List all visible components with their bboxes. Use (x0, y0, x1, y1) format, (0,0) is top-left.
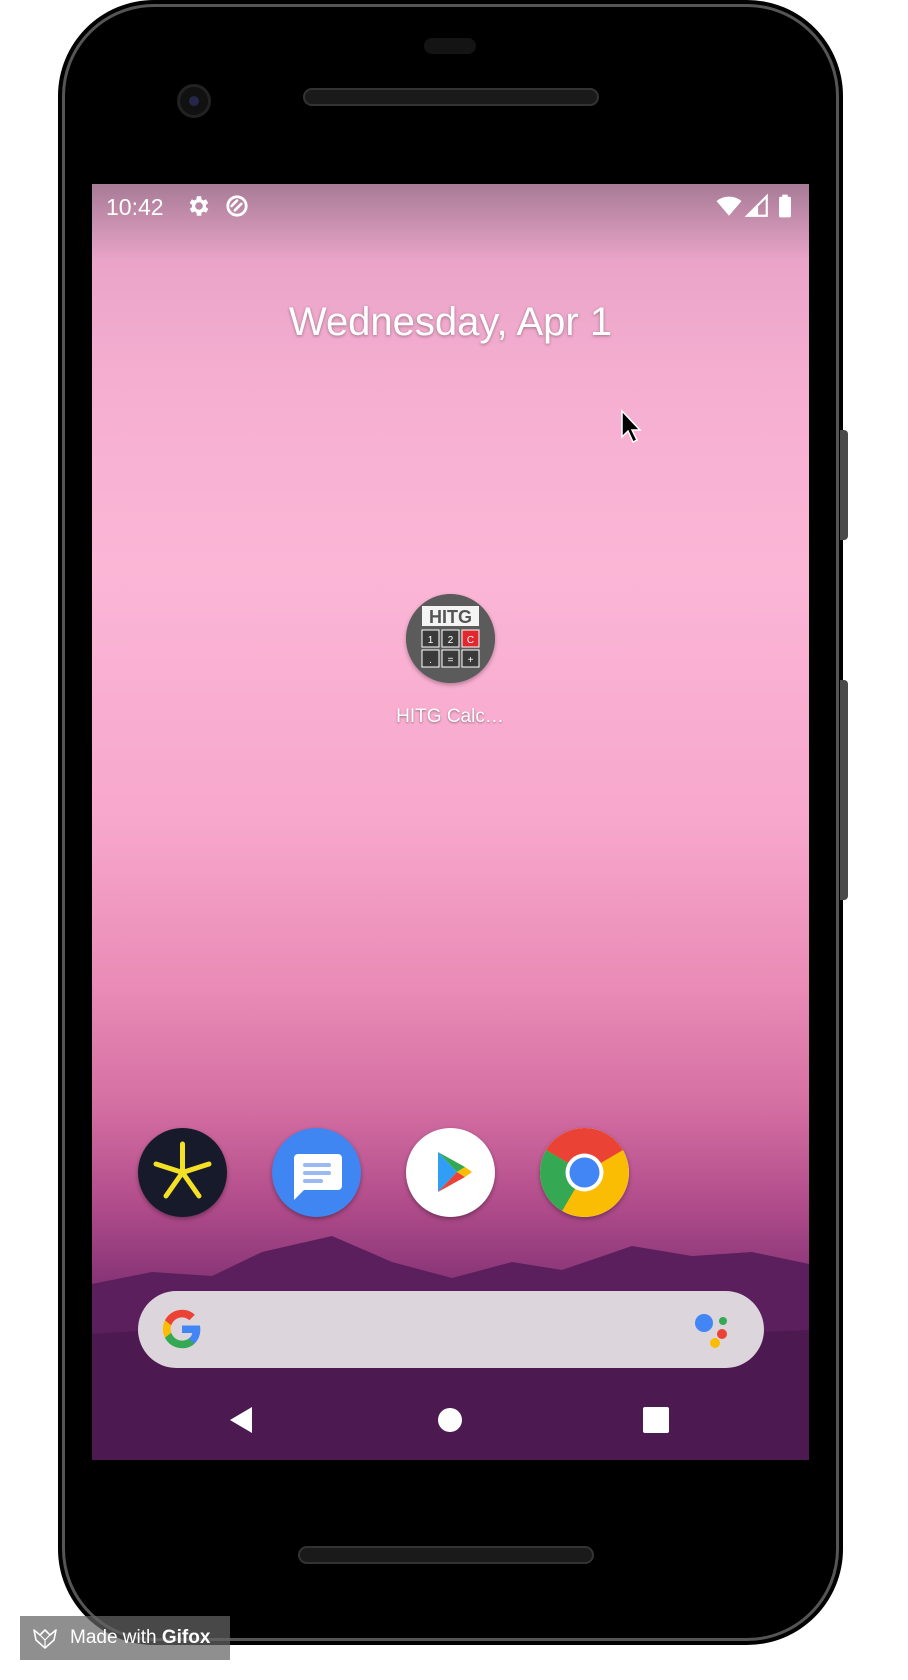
home-screen: 10:42 Wednesday, Apr 1 HITG 1 2 C . = + … (92, 184, 809, 1460)
message-bubble-icon (294, 1154, 342, 1200)
mouse-cursor-icon (621, 409, 642, 444)
asterisk-app-icon[interactable] (138, 1128, 227, 1217)
gifox-watermark: Made with Gifox (20, 1616, 230, 1660)
key-c: C (467, 635, 474, 646)
play-triangle-icon (438, 1152, 472, 1192)
watermark-brand: Gifox (161, 1627, 211, 1648)
recents-button[interactable] (634, 1398, 678, 1442)
fox-logo-icon (33, 1629, 57, 1649)
battery-icon (779, 194, 791, 218)
key-plus: + (468, 655, 474, 666)
sync-icon (226, 195, 248, 217)
key-2: 2 (448, 635, 454, 646)
earpiece-speaker (303, 88, 599, 106)
date-widget[interactable]: Wednesday, Apr 1 (92, 300, 809, 345)
google-search-bar[interactable] (138, 1291, 764, 1368)
play-store-icon[interactable] (406, 1128, 495, 1217)
chrome-logo-icon (540, 1128, 629, 1217)
bottom-speaker (298, 1546, 594, 1564)
chrome-icon[interactable] (540, 1128, 629, 1217)
power-button (840, 430, 848, 540)
wifi-icon (716, 196, 742, 216)
watermark-prefix: Made with (70, 1627, 162, 1648)
settings-icon (189, 196, 209, 216)
google-g-icon[interactable] (160, 1307, 204, 1351)
messages-icon[interactable] (272, 1128, 361, 1217)
status-time: 10:42 (106, 194, 164, 220)
status-bar: 10:42 (92, 184, 809, 228)
asterisk-icon (153, 1141, 212, 1199)
hitg-calculator-graphic: HITG 1 2 C . = + (406, 594, 495, 683)
hitg-calculator-icon[interactable]: HITG 1 2 C . = + (406, 594, 495, 683)
home-button[interactable] (428, 1398, 472, 1442)
key-dot: . (429, 655, 432, 666)
key-1: 1 (428, 635, 434, 646)
top-slot (424, 38, 476, 54)
hitg-calculator-label[interactable]: HITG Calc… (350, 706, 550, 728)
assistant-icon[interactable] (692, 1309, 734, 1351)
volume-button (840, 680, 848, 900)
signal-icon (744, 193, 768, 217)
navigation-bar (92, 1380, 809, 1460)
watermark-text: Made with Gifox (70, 1627, 210, 1649)
back-button[interactable] (220, 1398, 264, 1442)
hitg-icon-text: HITG (429, 607, 472, 627)
key-equals: = (448, 655, 454, 666)
front-camera (177, 84, 211, 118)
